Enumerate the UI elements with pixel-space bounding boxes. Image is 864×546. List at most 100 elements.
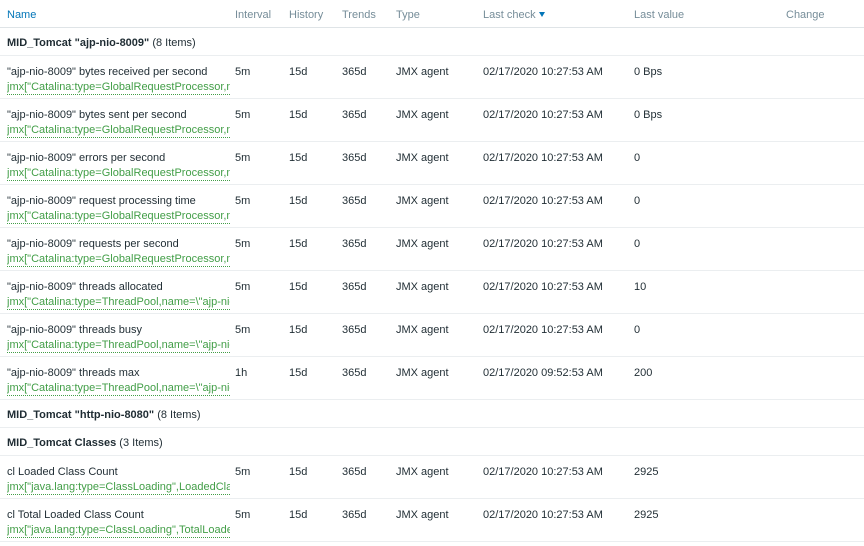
- item-trends: 365d: [342, 238, 367, 250]
- item-history: 15d: [289, 281, 308, 293]
- table-header: Name Interval History Trends Type Last c…: [0, 0, 864, 28]
- column-header-type: Type: [396, 9, 420, 21]
- item-name: "ajp-nio-8009" threads allocated: [7, 281, 163, 293]
- item-type: JMX agent: [396, 367, 449, 379]
- table-row: "ajp-nio-8009" bytes received per second…: [0, 56, 864, 99]
- column-header-trends: Trends: [342, 9, 376, 21]
- item-interval: 5m: [235, 324, 251, 336]
- latest-data-table: Name Interval History Trends Type Last c…: [0, 0, 864, 542]
- item-last-check: 02/17/2020 10:27:53 AM: [483, 195, 603, 207]
- item-name: "ajp-nio-8009" threads busy: [7, 324, 143, 336]
- column-header-change: Change: [786, 9, 825, 21]
- table-row: "ajp-nio-8009" threads allocated 5m 15d 365…: [0, 271, 864, 314]
- item-last-value: 0: [634, 195, 641, 207]
- item-history: 15d: [289, 509, 308, 521]
- item-history: 15d: [289, 466, 308, 478]
- item-type: JMX agent: [396, 509, 449, 521]
- item-last-check: 02/17/2020 10:27:53 AM: [483, 509, 603, 521]
- item-type: JMX agent: [396, 281, 449, 293]
- item-interval: 5m: [235, 466, 251, 478]
- item-type: JMX agent: [396, 324, 449, 336]
- item-trends: 365d: [342, 195, 367, 207]
- item-key-link[interactable]: jmx["java.lang:type=ClassLoading",TotalL…: [7, 524, 230, 538]
- item-interval: 5m: [235, 152, 251, 164]
- item-last-check: 02/17/2020 10:27:53 AM: [483, 281, 603, 293]
- item-last-value: 0 Bps: [634, 109, 663, 121]
- item-type: JMX agent: [396, 109, 449, 121]
- item-last-check: 02/17/2020 10:27:53 AM: [483, 238, 603, 250]
- item-last-value: 10: [634, 281, 647, 293]
- item-type: JMX agent: [396, 66, 449, 78]
- item-last-check: 02/17/2020 10:27:53 AM: [483, 109, 603, 121]
- item-interval: 5m: [235, 509, 251, 521]
- item-trends: 365d: [342, 324, 367, 336]
- item-key-link[interactable]: jmx["Catalina:type=ThreadPool,name=\"ajp…: [7, 339, 230, 353]
- item-last-check: 02/17/2020 10:27:53 AM: [483, 324, 603, 336]
- item-interval: 5m: [235, 195, 251, 207]
- item-last-value: 0: [634, 152, 641, 164]
- column-header-last-check-wrap[interactable]: Last check: [483, 9, 545, 21]
- table-body: MID_Tomcat "ajp-nio-8009" (8 Items) "ajp-…: [0, 28, 864, 542]
- item-trends: 365d: [342, 509, 367, 521]
- group-count: (3 Items): [119, 437, 163, 449]
- item-history: 15d: [289, 238, 308, 250]
- item-history: 15d: [289, 66, 308, 78]
- item-last-value: 200: [634, 367, 653, 379]
- group-label: MID_Tomcat "http-nio-8080" (8 Items): [7, 409, 201, 421]
- item-key-link[interactable]: jmx["Catalina:type=GlobalRequestProcesso…: [7, 124, 230, 138]
- item-last-value: 0 Bps: [634, 66, 663, 78]
- item-key-link[interactable]: jmx["Catalina:type=GlobalRequestProcesso…: [7, 210, 230, 224]
- item-last-value: 2925: [634, 466, 659, 478]
- item-last-check: 02/17/2020 10:27:53 AM: [483, 152, 603, 164]
- item-last-value: 0: [634, 238, 641, 250]
- group-count: (8 Items): [152, 37, 196, 49]
- item-key-link[interactable]: jmx["Catalina:type=GlobalRequestProcesso…: [7, 253, 230, 267]
- item-history: 15d: [289, 152, 308, 164]
- item-trends: 365d: [342, 281, 367, 293]
- column-header-name[interactable]: Name: [7, 9, 36, 21]
- table-row: cl Loaded Class Count 5m 15d 365d JMX agent 0…: [0, 456, 864, 499]
- item-key-link[interactable]: jmx["java.lang:type=ClassLoading",Loaded…: [7, 481, 230, 495]
- item-key-link[interactable]: jmx["Catalina:type=ThreadPool,name=\"ajp…: [7, 382, 230, 396]
- group-name: MID_Tomcat "ajp-nio-8009": [7, 37, 150, 49]
- table-row: "ajp-nio-8009" threads busy 5m 15d 365d JMX …: [0, 314, 864, 357]
- item-interval: 5m: [235, 66, 251, 78]
- item-name: cl Total Loaded Class Count: [7, 509, 144, 521]
- application-group-row[interactable]: MID_Tomcat Classes (3 Items): [0, 428, 864, 456]
- table-row: "ajp-nio-8009" errors per second 5m 15d 365…: [0, 142, 864, 185]
- item-history: 15d: [289, 109, 308, 121]
- table-row: cl Total Loaded Class Count 5m 15d 365d JMX …: [0, 499, 864, 542]
- item-key-link[interactable]: jmx["Catalina:type=GlobalRequestProcesso…: [7, 167, 230, 181]
- table-row: "ajp-nio-8009" requests per second 5m 15d 3…: [0, 228, 864, 271]
- table-row: "ajp-nio-8009" bytes sent per second 5m 15…: [0, 99, 864, 142]
- item-interval: 5m: [235, 238, 251, 250]
- item-type: JMX agent: [396, 195, 449, 207]
- item-name: "ajp-nio-8009" requests per second: [7, 238, 179, 250]
- item-history: 15d: [289, 195, 308, 207]
- column-header-history: History: [289, 9, 324, 21]
- sort-desc-icon: [538, 12, 545, 17]
- item-interval: 5m: [235, 109, 251, 121]
- item-name: cl Loaded Class Count: [7, 466, 118, 478]
- item-trends: 365d: [342, 152, 367, 164]
- item-last-check: 02/17/2020 09:52:53 AM: [483, 367, 603, 379]
- group-label: MID_Tomcat Classes (3 Items): [7, 437, 163, 449]
- item-last-value: 2925: [634, 509, 659, 521]
- item-interval: 1h: [235, 367, 248, 379]
- item-key-link[interactable]: jmx["Catalina:type=GlobalRequestProcesso…: [7, 81, 230, 95]
- item-last-check: 02/17/2020 10:27:53 AM: [483, 466, 603, 478]
- group-name: MID_Tomcat "http-nio-8080": [7, 409, 155, 421]
- table-row: "ajp-nio-8009" threads max 1h 15d 365d JMX a…: [0, 357, 864, 400]
- column-header-last-check[interactable]: Last check: [483, 9, 536, 21]
- item-interval: 5m: [235, 281, 251, 293]
- item-last-check: 02/17/2020 10:27:53 AM: [483, 66, 603, 78]
- item-history: 15d: [289, 367, 308, 379]
- item-trends: 365d: [342, 367, 367, 379]
- item-type: JMX agent: [396, 238, 449, 250]
- application-group-row[interactable]: MID_Tomcat "http-nio-8080" (8 Items): [0, 400, 864, 428]
- item-history: 15d: [289, 324, 308, 336]
- application-group-row[interactable]: MID_Tomcat "ajp-nio-8009" (8 Items): [0, 28, 864, 56]
- item-type: JMX agent: [396, 152, 449, 164]
- item-key-link[interactable]: jmx["Catalina:type=ThreadPool,name=\"ajp…: [7, 296, 230, 310]
- item-name: "ajp-nio-8009" bytes sent per second: [7, 109, 187, 121]
